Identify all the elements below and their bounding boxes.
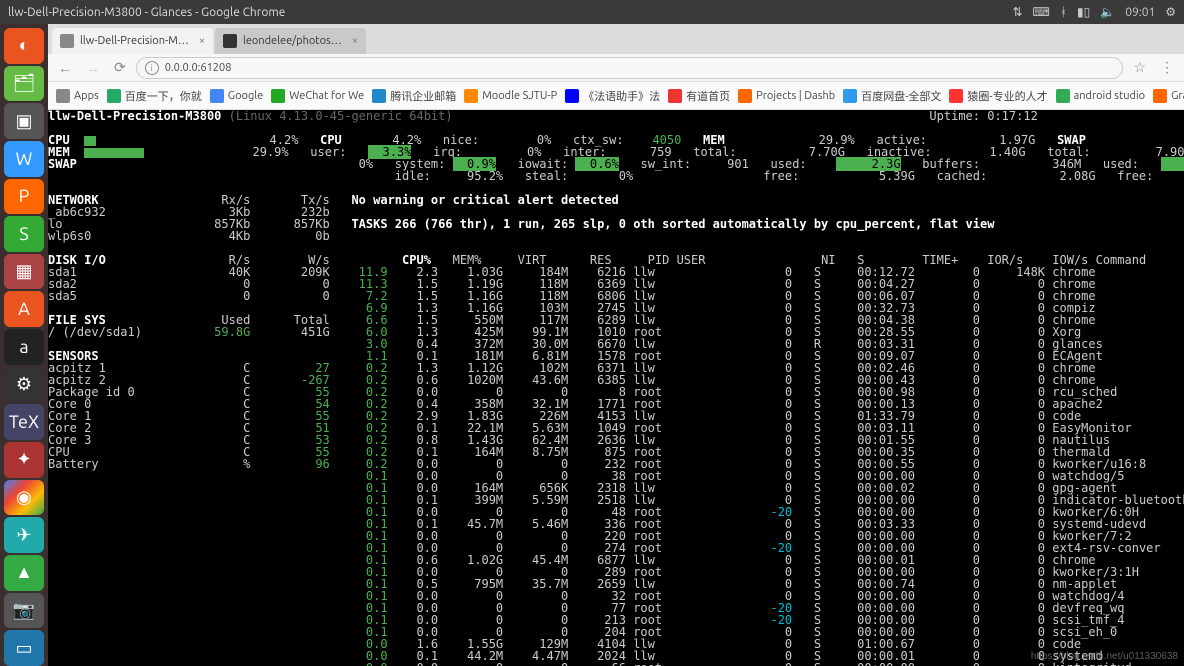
watermark: https://blog.csdn.net/u011330638 xyxy=(1031,651,1178,662)
desktop-topbar: llw-Dell-Precision-M3800 - Glances - Goo… xyxy=(0,0,1184,24)
clock[interactable]: 09:01 xyxy=(1125,6,1155,19)
close-icon[interactable]: × xyxy=(199,35,205,47)
bookmarks-bar[interactable]: Apps 百度一下，你就 Google WeChat for We 腾讯企业邮箱… xyxy=(48,82,1184,110)
terminal-icon[interactable]: ▣ xyxy=(4,103,44,139)
bookmark[interactable]: WeChat for We xyxy=(271,89,364,103)
wps-presentation-icon[interactable]: P xyxy=(4,179,44,215)
wps-spreadsheets-icon[interactable]: S xyxy=(4,216,44,252)
back-button[interactable]: ← xyxy=(54,60,76,76)
system-tray[interactable]: ⇅ ⌨ ᚼ ▮▯ 🔈 09:01 ⚙ xyxy=(1012,5,1176,19)
glances-output: llw-Dell-Precision-M3800 (Linux 4.13.0-4… xyxy=(48,110,1184,666)
bookmark-icon xyxy=(210,89,224,103)
network-icon[interactable]: ⇅ xyxy=(1012,5,1022,19)
sound-icon[interactable]: 🔈 xyxy=(1100,5,1115,19)
bookmark-icon xyxy=(949,89,963,103)
menu-icon[interactable]: ⋮ xyxy=(1156,59,1178,76)
tex-icon[interactable]: TeX xyxy=(4,404,44,440)
forward-button[interactable]: → xyxy=(82,60,104,76)
bookmark-icon xyxy=(843,89,857,103)
battery-icon[interactable]: ▮▯ xyxy=(1077,5,1090,19)
ubuntu-software-icon[interactable]: A xyxy=(4,291,44,327)
url-input[interactable]: i0.0.0.0:61208 xyxy=(136,57,1124,79)
settings-icon[interactable]: ⚙ xyxy=(4,367,44,403)
star-icon[interactable]: ☆ xyxy=(1129,59,1150,76)
apps-icon xyxy=(56,89,70,103)
close-icon[interactable]: × xyxy=(352,35,358,47)
bookmark-icon xyxy=(668,89,682,103)
bookmark-icon xyxy=(738,89,752,103)
favicon xyxy=(60,34,74,48)
gear-icon[interactable]: ⚙ xyxy=(1165,5,1176,19)
bookmark[interactable]: 百度一下，你就 xyxy=(107,88,202,104)
bookmark[interactable]: Grafana xyxy=(1153,89,1184,103)
bookmark-icon xyxy=(372,89,386,103)
amazon-icon[interactable]: a xyxy=(4,329,44,365)
apps-button[interactable]: Apps xyxy=(56,89,99,103)
app-icon[interactable]: ▭ xyxy=(4,630,44,666)
info-icon[interactable]: i xyxy=(145,61,159,75)
tab-glances[interactable]: llw-Dell-Precision-M…× xyxy=(52,28,213,54)
bookmark-icon xyxy=(565,89,579,103)
bookmark[interactable]: Projects | Dashb xyxy=(738,89,835,103)
bookmark[interactable]: 猿圈-专业的人才 xyxy=(949,88,1047,104)
bookmark[interactable]: Moodle SJTU-P xyxy=(464,89,557,103)
tab-github[interactable]: leondelee/photos…× xyxy=(215,28,366,54)
screenshot-icon[interactable]: 📷 xyxy=(4,593,44,629)
bluetooth-icon[interactable]: ᚼ xyxy=(1060,6,1067,19)
reload-button[interactable]: ⟳ xyxy=(110,59,130,76)
bookmark-icon xyxy=(1056,89,1070,103)
bookmark[interactable]: 百度网盘-全部文 xyxy=(843,88,941,104)
bookmark[interactable]: 《法语助手》法 xyxy=(565,88,660,104)
unity-launcher[interactable]: ◐ 🗂 ▣ W P S ▦ A a ⚙ TeX ✦ ◉ ✈ ▲ 📷 ▭ xyxy=(0,24,48,666)
bookmark-icon xyxy=(1153,89,1167,103)
android-studio-icon[interactable]: ▲ xyxy=(4,555,44,591)
address-bar: ← → ⟳ i0.0.0.0:61208 ☆ ⋮ xyxy=(48,54,1184,82)
bookmark[interactable]: android studio xyxy=(1056,89,1146,103)
favicon xyxy=(223,34,237,48)
chrome-icon[interactable]: ◉ xyxy=(4,480,44,516)
wps-writer-icon[interactable]: W xyxy=(4,141,44,177)
chrome-window: llw-Dell-Precision-M…× leondelee/photos…… xyxy=(48,24,1184,666)
bookmark-icon xyxy=(107,89,121,103)
dash-icon[interactable]: ◐ xyxy=(4,28,44,64)
libreoffice-impress-icon[interactable]: ▦ xyxy=(4,254,44,290)
bookmark-icon xyxy=(271,89,285,103)
bookmark-icon xyxy=(464,89,478,103)
files-icon[interactable]: 🗂 xyxy=(4,66,44,102)
telegram-icon[interactable]: ✈ xyxy=(4,517,44,553)
bookmark[interactable]: 有道首页 xyxy=(668,88,730,104)
glances-content: llw-Dell-Precision-M3800 (Linux 4.13.0-4… xyxy=(48,110,1184,666)
bookmark[interactable]: Google xyxy=(210,89,263,103)
keyboard-icon[interactable]: ⌨ xyxy=(1033,5,1050,19)
tab-bar[interactable]: llw-Dell-Precision-M…× leondelee/photos…… xyxy=(48,24,1184,54)
window-title: llw-Dell-Precision-M3800 - Glances - Goo… xyxy=(8,6,1012,19)
bookmark[interactable]: 腾讯企业邮箱 xyxy=(372,88,456,104)
octave-icon[interactable]: ✦ xyxy=(4,442,44,478)
